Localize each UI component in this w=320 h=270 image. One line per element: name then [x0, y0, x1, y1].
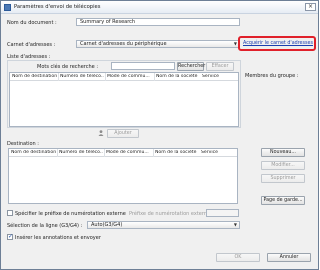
col-company-name[interactable]: Nom de la société [156, 74, 201, 79]
dest-col-comm-mode[interactable]: Mode de commu... [106, 150, 152, 155]
address-list-table[interactable]: Nom de destination Numéro de téléco... M… [9, 72, 239, 127]
destination-header: Nom de destination Numéro de téléco... M… [9, 149, 237, 157]
annotations-label: Insérer les annotations et envoyer [15, 235, 101, 241]
window-title: Paramètres d'envoi de télécopies [14, 4, 101, 10]
col-destination-name[interactable]: Nom de destination [12, 74, 57, 79]
close-button[interactable]: × [305, 3, 316, 11]
search-keywords-label: Mots clés de recherche : [37, 64, 99, 70]
chevron-down-icon: ▼ [233, 222, 237, 227]
annotations-checkbox[interactable] [7, 233, 13, 240]
address-list-header: Nom de destination Numéro de téléco... M… [10, 73, 238, 81]
cover-page-button[interactable]: Page de garde... [261, 196, 305, 205]
line-selection-select[interactable]: Auto(G3/G4) ▼ [87, 221, 240, 229]
acquire-address-book-link[interactable]: Acquérir le carnet d'adresses [243, 41, 313, 46]
address-book-select[interactable]: Carnet d'adresses du périphérique ▼ [76, 40, 240, 48]
person-icon [98, 130, 104, 136]
prefix-field-label: Préfixe de numérotation externe : [129, 211, 214, 217]
address-book-label: Carnet d'adresses : [7, 42, 56, 48]
clear-button[interactable]: Effacer [206, 62, 234, 71]
dest-col-department[interactable]: Service [201, 150, 237, 155]
fax-settings-dialog: Paramètres d'envoi de télécopies × Nom d… [0, 0, 319, 270]
dest-col-company-name[interactable]: Nom de la société [155, 150, 200, 155]
document-name-input[interactable]: Summary of Research [76, 18, 240, 26]
title-bar[interactable]: Paramètres d'envoi de télécopies × [1, 1, 318, 14]
search-button[interactable]: Rechercher [177, 62, 205, 71]
new-button[interactable]: Nouveau... [261, 148, 305, 157]
prefix-input[interactable] [206, 209, 239, 217]
line-selection-label: Sélection de la ligne (G3/G4) : [7, 223, 83, 229]
destination-table[interactable]: Nom de destination Numéro de téléco... M… [8, 148, 238, 204]
destination-label: Destination : [7, 141, 39, 147]
cancel-button[interactable]: Annuler [267, 253, 311, 262]
line-selection-value: Auto(G3/G4) [91, 222, 123, 228]
address-book-select-value: Carnet d'adresses du périphérique [80, 41, 167, 47]
prefix-checkbox[interactable] [7, 210, 13, 216]
fax-app-icon [4, 4, 11, 11]
dest-col-destination-name[interactable]: Nom de destination [11, 150, 56, 155]
prefix-checkbox-label: Spécifier le préfixe de numérotation ext… [15, 211, 126, 217]
document-name-label: Nom du document : [7, 20, 57, 26]
dest-col-fax-number[interactable]: Numéro de téléco... [59, 150, 103, 155]
col-department[interactable]: Service [202, 74, 238, 79]
address-list-group: Mots clés de recherche : Rechercher Effa… [7, 60, 241, 128]
search-input[interactable] [111, 62, 175, 70]
delete-button[interactable]: Supprimer [261, 174, 305, 183]
edit-button[interactable]: Modifier... [261, 161, 305, 170]
ok-button[interactable]: OK [216, 253, 260, 262]
add-button[interactable]: Ajouter [107, 129, 139, 138]
group-members-label: Membres du groupe : [245, 73, 299, 79]
col-fax-number[interactable]: Numéro de téléco... [60, 74, 104, 79]
chevron-down-icon: ▼ [233, 41, 237, 46]
col-comm-mode[interactable]: Mode de commu... [107, 74, 153, 79]
